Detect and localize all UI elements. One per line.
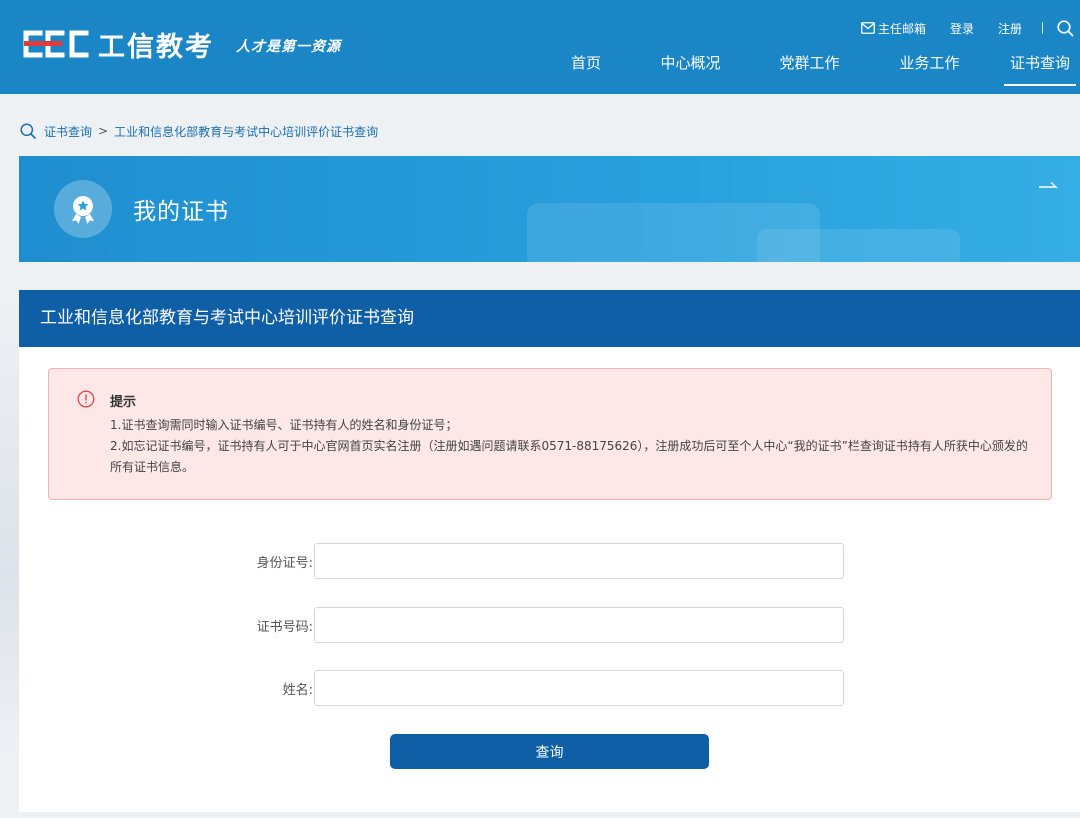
breadcrumb-cert-query[interactable]: 证书查询 — [44, 123, 92, 140]
notice-body: 1.证书查询需同时输入证书编号、证书持有人的姓名和身份证号； 2.如忘记证书编号… — [110, 415, 1030, 478]
nav-business-label: 业务工作 — [899, 54, 960, 72]
background-decoration — [0, 290, 19, 760]
cert-number-label: 证书号码: — [256, 620, 313, 635]
notice-box: 提示 1.证书查询需同时输入证书编号、证书持有人的姓名和身份证号； 2.如忘记证… — [48, 368, 1052, 500]
nav-about[interactable]: 中心概况 — [653, 44, 728, 86]
site-logo[interactable]: 工信教考 — [20, 26, 214, 63]
login-label: 登录 — [949, 21, 974, 36]
header-search-button[interactable] — [1057, 19, 1074, 37]
ceec-logo-mark — [23, 30, 89, 58]
notice-title: 提示 — [110, 395, 137, 410]
breadcrumb-separator: > — [98, 124, 109, 138]
nav-cert-query-label: 证书查询 — [1010, 54, 1071, 72]
register-label: 注册 — [997, 21, 1022, 36]
envelope-icon — [861, 22, 875, 34]
nav-party-work-label: 党群工作 — [779, 54, 840, 72]
search-icon — [1057, 19, 1074, 36]
divider — [1042, 22, 1043, 34]
nav-home-label: 首页 — [571, 54, 602, 72]
my-cert-banner[interactable]: 我的证书 — [19, 156, 1080, 262]
slogan: 人才是第一资源 — [236, 39, 341, 55]
award-badge-icon — [54, 180, 112, 238]
arrow-right-icon[interactable] — [1038, 176, 1058, 195]
nav-home[interactable]: 首页 — [565, 44, 607, 86]
id-number-label: 身份证号: — [256, 556, 313, 571]
notice-line: 2.如忘记证书编号，证书持有人可于中心官网首页实名注册（注册如遇问题请联系057… — [110, 439, 1028, 474]
top-links: 主任邮箱 登录 注册 — [837, 18, 1074, 38]
id-number-row: 身份证号: — [19, 543, 1080, 579]
nav-cert-query[interactable]: 证书查询 — [1004, 44, 1076, 86]
cert-query-panel: 工业和信息化部教育与考试中心培训评价证书查询 提示 1.证书查询需同时输入证书编… — [19, 290, 1080, 812]
nav-business[interactable]: 业务工作 — [892, 44, 967, 86]
register-link[interactable]: 注册 — [998, 20, 1022, 37]
nav-about-label: 中心概况 — [660, 54, 721, 72]
mailbox-link[interactable]: 主任邮箱 — [861, 20, 926, 37]
cert-number-input[interactable] — [314, 607, 844, 643]
query-button[interactable]: 查询 — [390, 734, 709, 769]
banner-decoration — [757, 229, 960, 262]
name-input[interactable] — [314, 670, 844, 706]
id-number-input[interactable] — [314, 543, 844, 579]
banner-title: 我的证书 — [133, 199, 229, 225]
mailbox-label: 主任邮箱 — [877, 21, 926, 36]
breadcrumb-current[interactable]: 工业和信息化部教育与考试中心培训评价证书查询 — [114, 123, 378, 140]
name-label: 姓名: — [282, 683, 313, 698]
name-row: 姓名: — [19, 670, 1080, 706]
panel-title: 工业和信息化部教育与考试中心培训评价证书查询 — [19, 290, 1080, 347]
notice-line: 1.证书查询需同时输入证书编号、证书持有人的姓名和身份证号； — [110, 418, 458, 432]
breadcrumb: 证书查询 > 工业和信息化部教育与考试中心培训评价证书查询 — [20, 122, 378, 140]
exclamation-circle-icon — [77, 390, 95, 408]
site-header: 工信教考 人才是第一资源 主任邮箱 登录 注册 首页 中心概况 党群工作 业务工… — [0, 0, 1080, 94]
login-link[interactable]: 登录 — [950, 20, 974, 37]
nav-party-work[interactable]: 党群工作 — [772, 44, 847, 86]
logo-text: 工信教考 — [98, 31, 214, 63]
cert-number-row: 证书号码: — [19, 607, 1080, 643]
search-icon — [20, 123, 36, 139]
